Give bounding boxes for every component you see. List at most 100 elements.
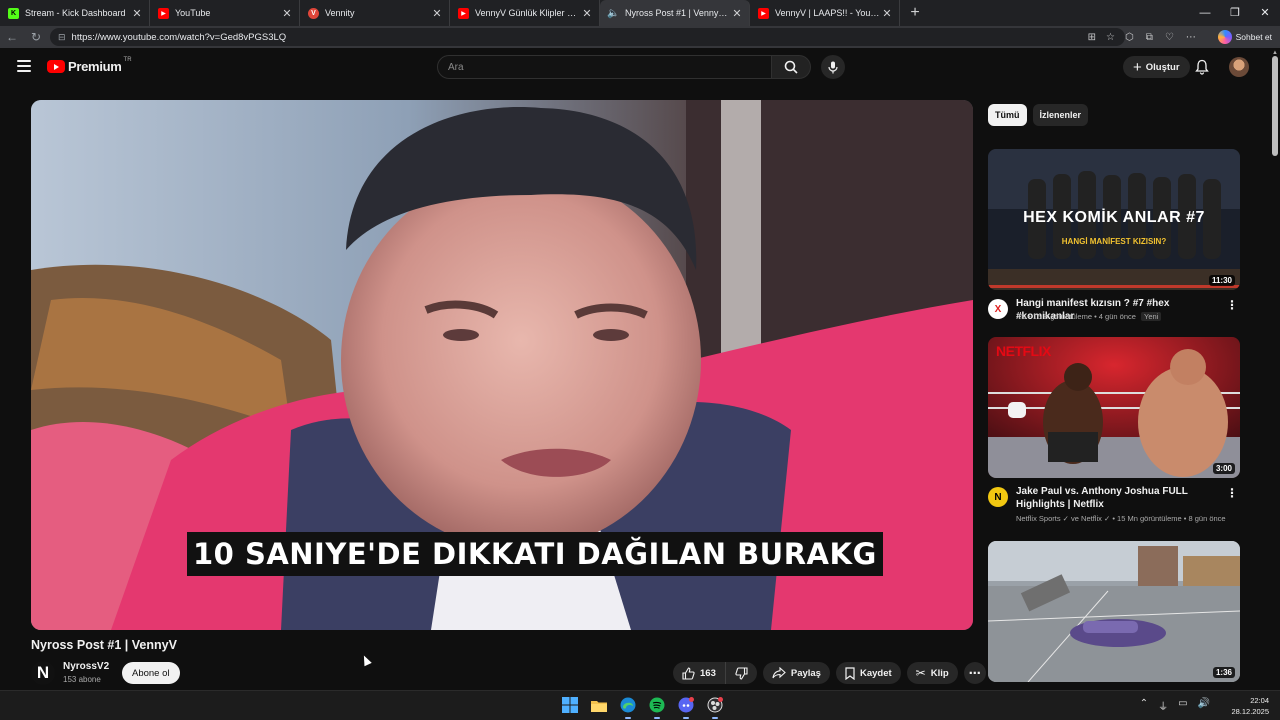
search-button[interactable] <box>771 55 811 79</box>
back-icon[interactable]: ← <box>0 30 24 44</box>
save-button[interactable]: Kaydet <box>835 662 901 684</box>
kick-favicon-icon: K <box>8 7 19 19</box>
youtube-play-icon <box>47 60 65 73</box>
thumbnail-image <box>988 541 1240 682</box>
channel-avatar[interactable]: X <box>988 299 1008 319</box>
thumbnail-title: HEX KOMİK ANLAR #7 <box>1023 209 1205 226</box>
new-tab-icon[interactable]: + <box>904 4 926 22</box>
edge-browser-icon[interactable] <box>618 695 638 719</box>
youtube-logo[interactable]: Premium TR <box>47 57 132 74</box>
performance-icon[interactable]: ♡ <box>1165 32 1174 43</box>
spotify-icon[interactable] <box>647 695 667 719</box>
account-avatar[interactable] <box>1229 57 1249 77</box>
usb-icon[interactable]: ⏚ <box>1158 698 1168 713</box>
clip-button[interactable]: ✂ Klip <box>906 662 958 684</box>
collections-icon[interactable]: ⧉ <box>1146 32 1153 43</box>
share-button[interactable]: Paylaş <box>762 662 830 684</box>
chat-button[interactable]: Sohbet et <box>1217 29 1272 45</box>
menu-icon[interactable] <box>17 60 31 72</box>
channel-name[interactable]: NyrossV2 <box>63 661 109 672</box>
notifications-bell-icon[interactable] <box>1195 59 1209 75</box>
extensions-icon[interactable]: ⬡ <box>1125 32 1134 43</box>
share-label: Paylaş <box>790 667 821 679</box>
recommended-video[interactable]: HEX KOMİK ANLAR #7 HANGİ MANİFEST KIZISI… <box>988 149 1240 337</box>
subscriber-count: 153 abone <box>63 675 101 684</box>
search-placeholder: Ara <box>448 61 464 73</box>
subscribe-button[interactable]: Abone ol <box>122 662 180 684</box>
taskbar-clock[interactable]: 22:04 28.12.2025 <box>1231 695 1269 717</box>
reader-icon[interactable]: ⊞ <box>1088 32 1096 43</box>
site-info-icon[interactable]: ⊟ <box>58 32 66 43</box>
browser-tab[interactable]: ▶ YouTube ✕ <box>150 0 300 26</box>
chip-watched[interactable]: İzlenenler <box>1032 104 1089 126</box>
volume-icon[interactable]: 🔊 <box>1198 698 1210 713</box>
thumbnail-subtitle: HANGİ MANİFEST KIZISIN? <box>1061 237 1167 246</box>
tab-title: Nyross Post #1 | VennyV - You <box>625 8 731 18</box>
chat-label: Sohbet et <box>1235 32 1272 42</box>
close-tab-icon[interactable]: ✕ <box>881 7 893 20</box>
recommended-video[interactable]: NETFLIX 3:00 N Jake Paul vs. Anthony Jos… <box>988 337 1240 525</box>
video-title[interactable]: Jake Paul vs. Anthony Joshua FULL Highli… <box>1016 485 1228 511</box>
display-icon[interactable]: ▭ <box>1178 698 1187 713</box>
browser-tab[interactable]: ▶ VennyV Günlük Klipler #1 | YENİ SE ✕ <box>450 0 600 26</box>
video-meta: X Hangi manifest kızısın ? #7 #hex #komi… <box>988 297 1240 337</box>
close-tab-icon[interactable]: ✕ <box>581 7 593 20</box>
more-vertical-icon[interactable]: ⋮ <box>1226 486 1238 500</box>
channel-meta: XS • 15 B görüntüleme • 4 gün önce <box>1016 312 1136 321</box>
url-field[interactable]: ⊟ https://www.youtube.com/watch?v=Ged8vP… <box>50 28 1125 46</box>
clip-label: Klip <box>930 667 949 679</box>
more-vertical-icon[interactable]: ⋮ <box>1226 298 1238 312</box>
save-label: Kaydet <box>859 667 892 679</box>
bookmark-icon <box>845 666 855 680</box>
more-actions-button[interactable]: ⋯ <box>963 662 986 684</box>
reload-icon[interactable]: ↻ <box>24 30 48 44</box>
close-window-icon[interactable]: ✕ <box>1250 0 1280 26</box>
youtube-favicon-icon: ▶ <box>458 7 469 19</box>
channel-avatar[interactable]: N <box>31 661 55 685</box>
browser-tab[interactable]: K Stream - Kick Dashboard ✕ <box>0 0 150 26</box>
chevron-up-icon[interactable]: ⌃ <box>1140 698 1148 713</box>
video-caption: 10 SANIYE'DE DIKKATI DAĞILAN BURAKG <box>187 532 883 576</box>
channel-avatar[interactable]: N <box>988 487 1008 507</box>
scissors-icon: ✂ <box>915 666 926 680</box>
url-actions: ⊞ ☆ <box>1088 28 1115 46</box>
discord-icon[interactable] <box>676 695 696 719</box>
file-explorer-icon[interactable] <box>589 695 609 715</box>
system-tray: ⌃ ⏚ ▭ 🔊 <box>1140 698 1210 713</box>
close-tab-icon[interactable]: ✕ <box>281 7 293 20</box>
chip-all[interactable]: Tümü <box>988 104 1027 126</box>
video-thumbnail[interactable]: NETFLIX 3:00 <box>988 337 1240 478</box>
recommended-video[interactable]: 1:36 <box>988 541 1240 682</box>
maximize-icon[interactable]: ❐ <box>1220 0 1250 26</box>
speaker-icon[interactable]: 🔈 <box>607 8 619 19</box>
close-tab-icon[interactable]: ✕ <box>731 7 743 20</box>
video-player[interactable]: 10 SANIYE'DE DIKKATI DAĞILAN BURAKG <box>31 100 973 630</box>
browser-tab-active[interactable]: 🔈 Nyross Post #1 | VennyV - You ✕ <box>600 0 750 26</box>
like-button[interactable]: 163 <box>673 662 726 684</box>
create-button[interactable]: + Oluştur <box>1123 56 1190 78</box>
minimize-icon[interactable]: — <box>1190 0 1220 26</box>
netflix-logo: NETFLIX <box>996 343 1051 359</box>
page-scrollbar[interactable] <box>1272 56 1278 156</box>
search-input[interactable]: Ara <box>437 55 772 79</box>
more-icon[interactable]: ⋯ <box>1186 32 1196 43</box>
video-meta: N Jake Paul vs. Anthony Joshua FULL High… <box>988 485 1240 525</box>
video-duration: 1:36 <box>1212 667 1235 678</box>
video-title: Nyross Post #1 | VennyV <box>31 638 177 652</box>
favorite-star-icon[interactable]: ☆ <box>1106 32 1115 43</box>
video-thumbnail[interactable]: 1:36 <box>988 541 1240 682</box>
dislike-button[interactable] <box>725 662 757 684</box>
windows-start-icon[interactable] <box>560 695 580 715</box>
video-stats: Netflix Sports ✓ ve Netflix ✓ • 15 Mn gö… <box>1016 514 1226 523</box>
obs-icon[interactable] <box>705 695 725 719</box>
browser-tab[interactable]: V Vennity ✕ <box>300 0 450 26</box>
windows-taskbar: ⌃ ⏚ ▭ 🔊 22:04 28.12.2025 <box>0 690 1280 720</box>
clock-date: 28.12.2025 <box>1231 707 1269 716</box>
close-tab-icon[interactable]: ✕ <box>431 7 443 20</box>
voice-search-button[interactable] <box>821 55 845 79</box>
more-horizontal-icon: ⋯ <box>968 666 981 680</box>
browser-tab[interactable]: ▶ VennyV | LAAPS!! - YouTube ✕ <box>750 0 900 26</box>
close-tab-icon[interactable]: ✕ <box>131 7 143 20</box>
video-thumbnail[interactable]: HEX KOMİK ANLAR #7 HANGİ MANİFEST KIZISI… <box>988 149 1240 290</box>
microphone-icon <box>828 61 838 73</box>
